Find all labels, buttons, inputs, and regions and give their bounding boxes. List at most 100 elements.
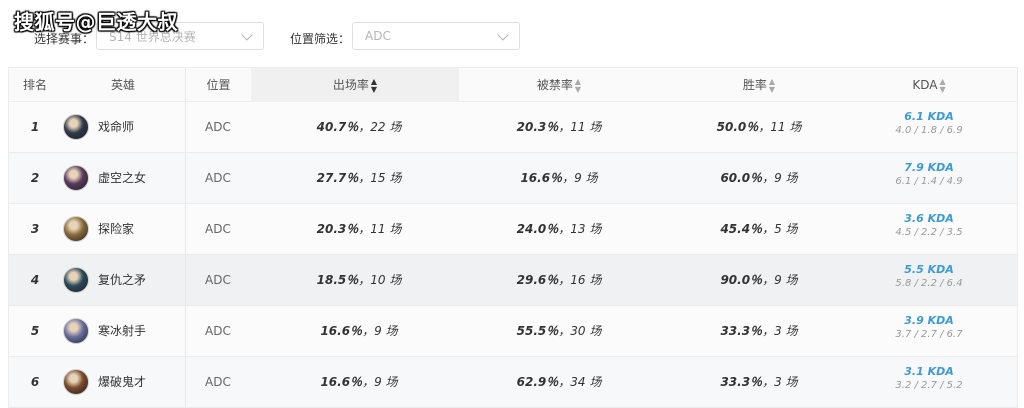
pick-rate-value: 40.7％ (316, 120, 359, 134)
pick-rate-cell: 27.7％，15 场 (316, 171, 402, 185)
win-games: 9 场 (774, 171, 798, 185)
win-rate-value: 50.0％ (716, 120, 759, 134)
position-select-value: ADC (365, 29, 391, 43)
position-cell: ADC (205, 171, 231, 185)
position-cell: ADC (205, 273, 231, 287)
ban-games: 9 场 (574, 171, 598, 185)
pick-rate-cell: 18.5％，10 场 (316, 273, 402, 287)
win-games: 3 场 (774, 324, 798, 338)
kda-detail: 4.5 / 2.2 / 3.5 (895, 227, 963, 238)
column-divider (185, 357, 186, 407)
rank-cell: 4 (30, 273, 40, 287)
rank-cell: 3 (30, 222, 40, 236)
ban-rate-value: 24.0％ (516, 222, 559, 236)
ban-rate-cell: 20.3％，11 场 (516, 120, 602, 134)
pick-games: 9 场 (374, 375, 398, 389)
header-kda[interactable]: KDA ▲ ▼ (859, 68, 999, 102)
kda-detail: 6.1 / 1.4 / 4.9 (895, 176, 963, 187)
hero-cell[interactable]: 寒冰射手 (61, 306, 185, 356)
kda-cell: 5.5 KDA 5.8 / 2.2 / 6.4 (859, 255, 999, 305)
header-win-rate[interactable]: 胜率 ▲ ▼ (659, 68, 859, 102)
pick-games: 22 场 (370, 120, 402, 134)
ban-rate-value: 29.6％ (516, 273, 559, 287)
ban-rate-value: 62.9％ (516, 375, 559, 389)
win-rate-cell: 45.4％，5 场 (720, 222, 798, 236)
win-games: 3 场 (774, 375, 798, 389)
position-filter-label: 位置筛选： (290, 32, 351, 46)
hero-name: 虚空之女 (98, 171, 147, 185)
hero-avatar (63, 267, 89, 293)
watermark: 搜狐号@巨透大叔 (14, 10, 178, 34)
kda-cell: 3.9 KDA 3.7 / 2.7 / 6.7 (859, 306, 999, 356)
win-rate-cell: 90.0％，9 场 (720, 273, 798, 287)
hero-name: 寒冰射手 (98, 324, 147, 338)
win-rate-value: 45.4％ (720, 222, 763, 236)
ban-games: 34 场 (570, 375, 602, 389)
ban-rate-cell: 24.0％，13 场 (516, 222, 602, 236)
kda-value: 5.5 KDA (904, 263, 954, 276)
kda-cell: 3.6 KDA 4.5 / 2.2 / 3.5 (859, 204, 999, 254)
rank-cell: 1 (30, 120, 40, 134)
header-pick-rate[interactable]: 出场率 ▲ ▼ (251, 68, 459, 102)
pick-rate-value: 16.6％ (320, 324, 363, 338)
ban-rate-value: 20.3％ (516, 120, 559, 134)
header-hero: 英雄 (110, 78, 135, 92)
win-rate-cell: 60.0％，9 场 (720, 171, 798, 185)
pick-rate-value: 27.7％ (316, 171, 359, 185)
rank-cell: 6 (30, 375, 40, 389)
hero-avatar (63, 318, 89, 344)
position-select[interactable]: ADC (352, 22, 520, 50)
hero-name: 戏命师 (98, 120, 135, 134)
sort-icon: ▲ ▼ (574, 76, 582, 94)
table-row[interactable]: 1 戏命师 ADC 40.7％，22 场 20.3％，11 场 50.0％，11 场 6.1… (9, 102, 1017, 153)
win-rate-value: 90.0％ (720, 273, 763, 287)
ban-games: 11 场 (570, 120, 602, 134)
sort-icon: ▲ ▼ (768, 76, 776, 94)
pick-rate-cell: 16.6％，9 场 (320, 324, 398, 338)
kda-detail: 3.2 / 2.7 / 5.2 (895, 380, 963, 391)
position-cell: ADC (205, 324, 231, 338)
chevron-down-icon (497, 29, 509, 41)
table-row[interactable]: 4 复仇之矛 ADC 18.5％，10 场 29.6％，16 场 90.0％，9 场 5.5… (9, 255, 1017, 306)
table-row[interactable]: 2 虚空之女 ADC 27.7％，15 场 16.6％，9 场 60.0％，9 场 7.9 … (9, 153, 1017, 204)
hero-cell[interactable]: 探险家 (61, 204, 185, 254)
ban-games: 16 场 (570, 273, 602, 287)
win-rate-cell: 50.0％，11 场 (716, 120, 802, 134)
hero-cell[interactable]: 戏命师 (61, 102, 185, 152)
table-row[interactable]: 6 爆破鬼才 ADC 16.6％，9 场 62.9％，34 场 33.3％，3 场 3.1 … (9, 357, 1017, 408)
ban-rate-value: 16.6％ (520, 171, 563, 185)
header-position: 位置 (185, 68, 251, 102)
win-rate-cell: 33.3％，3 场 (720, 324, 798, 338)
sort-desc-icon: ▲ ▼ (370, 76, 378, 94)
win-rate-cell: 33.3％，3 场 (720, 375, 798, 389)
pick-games: 9 场 (374, 324, 398, 338)
hero-cell[interactable]: 复仇之矛 (61, 255, 185, 305)
table-header: 排名 英雄 位置 出场率 ▲ ▼ 被禁率 ▲ ▼ 胜率 ▲ ▼ KDA ▲ ▼ (9, 67, 1017, 102)
ban-rate-cell: 62.9％，34 场 (516, 375, 602, 389)
hero-avatar (63, 165, 89, 191)
win-games: 9 场 (774, 273, 798, 287)
table-row[interactable]: 5 寒冰射手 ADC 16.6％，9 场 55.5％，30 场 33.3％，3 场 3.9 … (9, 306, 1017, 357)
pick-rate-cell: 20.3％，11 场 (316, 222, 402, 236)
column-divider (185, 102, 186, 152)
pick-games: 10 场 (370, 273, 402, 287)
kda-detail: 4.0 / 1.8 / 6.9 (895, 125, 963, 136)
rank-cell: 2 (30, 171, 40, 185)
hero-avatar (63, 369, 89, 395)
kda-value: 3.1 KDA (904, 365, 954, 378)
table-row[interactable]: 3 探险家 ADC 20.3％，11 场 24.0％，13 场 45.4％，5 场 3.6 … (9, 204, 1017, 255)
position-cell: ADC (205, 120, 231, 134)
hero-cell[interactable]: 爆破鬼才 (61, 357, 185, 407)
pick-games: 15 场 (370, 171, 402, 185)
position-cell: ADC (205, 222, 231, 236)
hero-cell[interactable]: 虚空之女 (61, 153, 185, 203)
column-divider (185, 306, 186, 356)
hero-avatar (63, 216, 89, 242)
kda-value: 6.1 KDA (904, 110, 954, 123)
kda-detail: 5.8 / 2.2 / 6.4 (895, 278, 963, 289)
hero-name: 探险家 (98, 222, 135, 236)
pick-rate-value: 16.6％ (320, 375, 363, 389)
win-rate-value: 33.3％ (720, 375, 763, 389)
position-cell: ADC (205, 375, 231, 389)
header-ban-rate[interactable]: 被禁率 ▲ ▼ (459, 68, 659, 102)
